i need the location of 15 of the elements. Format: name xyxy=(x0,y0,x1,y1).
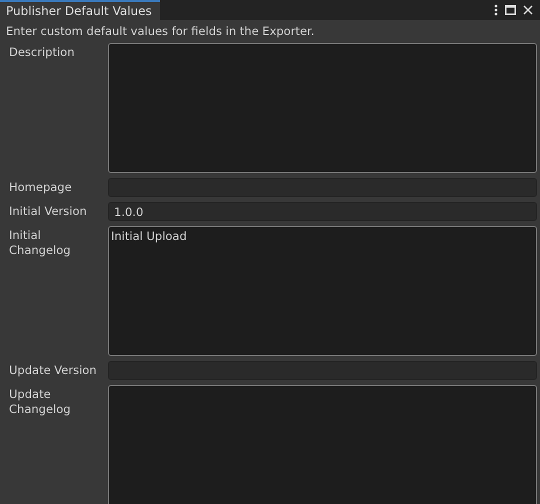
field-label: Update Version xyxy=(8,362,98,378)
text-area[interactable]: Initial Upload xyxy=(108,226,537,356)
window-tab[interactable]: Publisher Default Values xyxy=(0,0,160,20)
field-label: Initial Changelog xyxy=(8,227,72,258)
text-area[interactable] xyxy=(108,385,537,504)
field-label: Initial Version xyxy=(8,203,88,219)
field-label: Update Changelog xyxy=(8,386,72,417)
more-options-icon[interactable] xyxy=(494,4,498,16)
field-label: Description xyxy=(8,44,76,60)
close-icon[interactable] xyxy=(523,5,533,15)
text-area[interactable] xyxy=(108,43,537,173)
field-label: Homepage xyxy=(8,179,73,195)
intro-text: Enter custom default values for fields in the Exporter. xyxy=(5,23,316,40)
input-field[interactable]: 1.0.0 xyxy=(108,202,537,221)
maximize-icon[interactable] xyxy=(505,5,516,15)
